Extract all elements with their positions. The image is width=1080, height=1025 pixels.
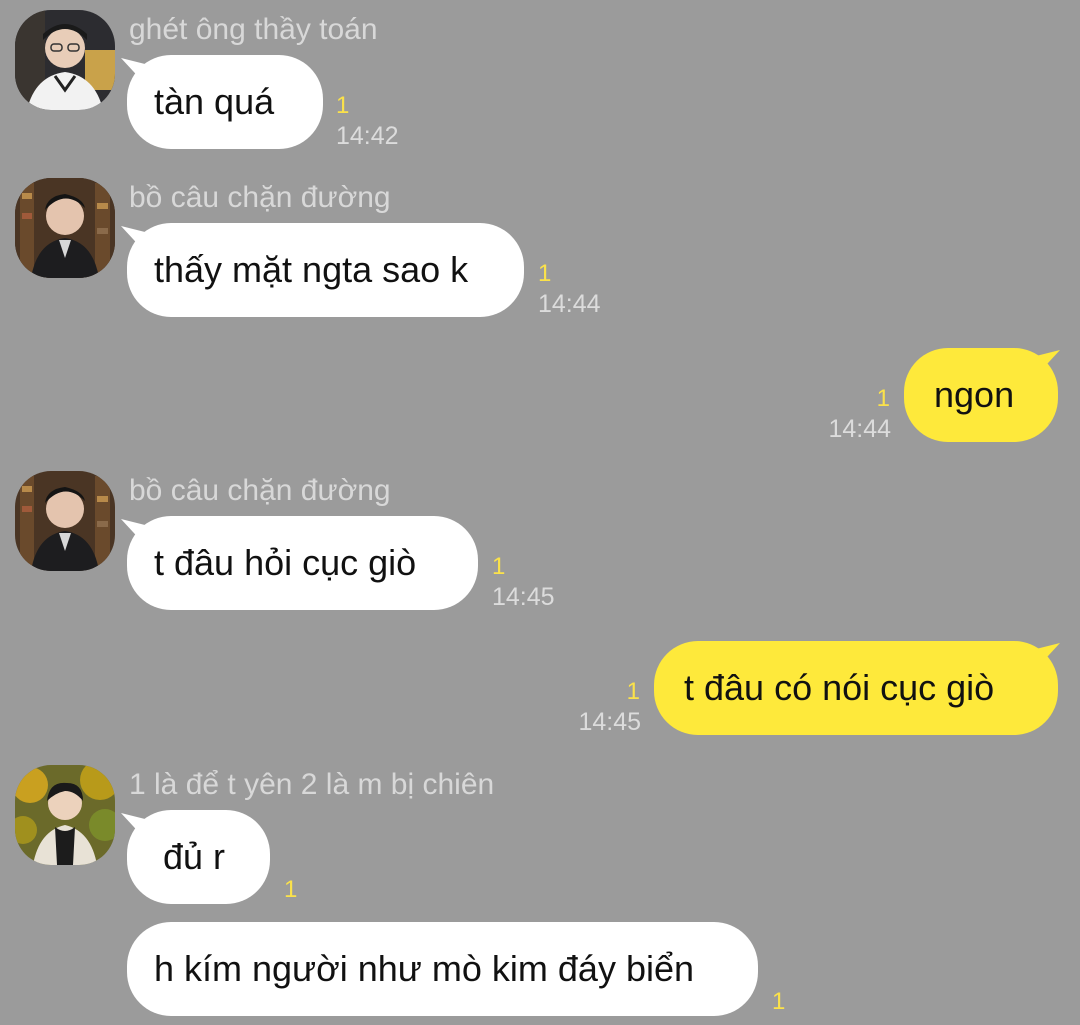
unread-count: 1 xyxy=(492,553,506,580)
sender-avatar[interactable] xyxy=(15,765,115,865)
message-bubble[interactable]: thấy mặt ngta sao k xyxy=(127,223,524,317)
avatar-photo-1-icon xyxy=(15,10,115,110)
avatar-photo-2-icon xyxy=(15,471,115,571)
avatar-photo-3-icon xyxy=(15,765,115,865)
unread-count: 1 xyxy=(284,876,298,903)
message-bubble[interactable]: t đâu hỏi cục giò xyxy=(127,516,478,610)
message-time: 14:44 xyxy=(828,415,891,443)
message-time: 14:44 xyxy=(538,290,601,318)
avatar-photo-2-icon xyxy=(15,178,115,278)
message-bubble[interactable]: h kím người như mò kim đáy biển xyxy=(127,922,758,1016)
message-bubble-outgoing[interactable]: ngon xyxy=(904,348,1058,442)
sender-name: bồ câu chặn đường xyxy=(129,181,391,214)
sender-avatar[interactable] xyxy=(15,178,115,278)
message-time: 14:45 xyxy=(578,708,641,736)
message-time: 14:45 xyxy=(492,583,555,611)
message-bubble[interactable]: đủ r xyxy=(127,810,270,904)
message-time: 14:42 xyxy=(336,122,399,150)
unread-count: 1 xyxy=(772,988,786,1015)
sender-avatar[interactable] xyxy=(15,471,115,571)
sender-avatar[interactable] xyxy=(15,10,115,110)
message-bubble[interactable]: tàn quá xyxy=(127,55,323,149)
chat-message-list[interactable]: ghét ông thầy toán tàn quá 1 14:42 bồ câ… xyxy=(0,0,1080,1025)
unread-count: 1 xyxy=(626,678,640,705)
unread-count: 1 xyxy=(336,92,350,119)
unread-count: 1 xyxy=(538,260,552,287)
message-bubble-outgoing[interactable]: t đâu có nói cục giò xyxy=(654,641,1058,735)
bubble-tail-outgoing xyxy=(1036,350,1062,376)
sender-name: bồ câu chặn đường xyxy=(129,474,391,507)
unread-count: 1 xyxy=(876,385,890,412)
sender-name: ghét ông thầy toán xyxy=(129,13,378,46)
bubble-tail-outgoing xyxy=(1036,643,1062,669)
sender-name: 1 là để t yên 2 là m bị chiên xyxy=(129,768,495,801)
